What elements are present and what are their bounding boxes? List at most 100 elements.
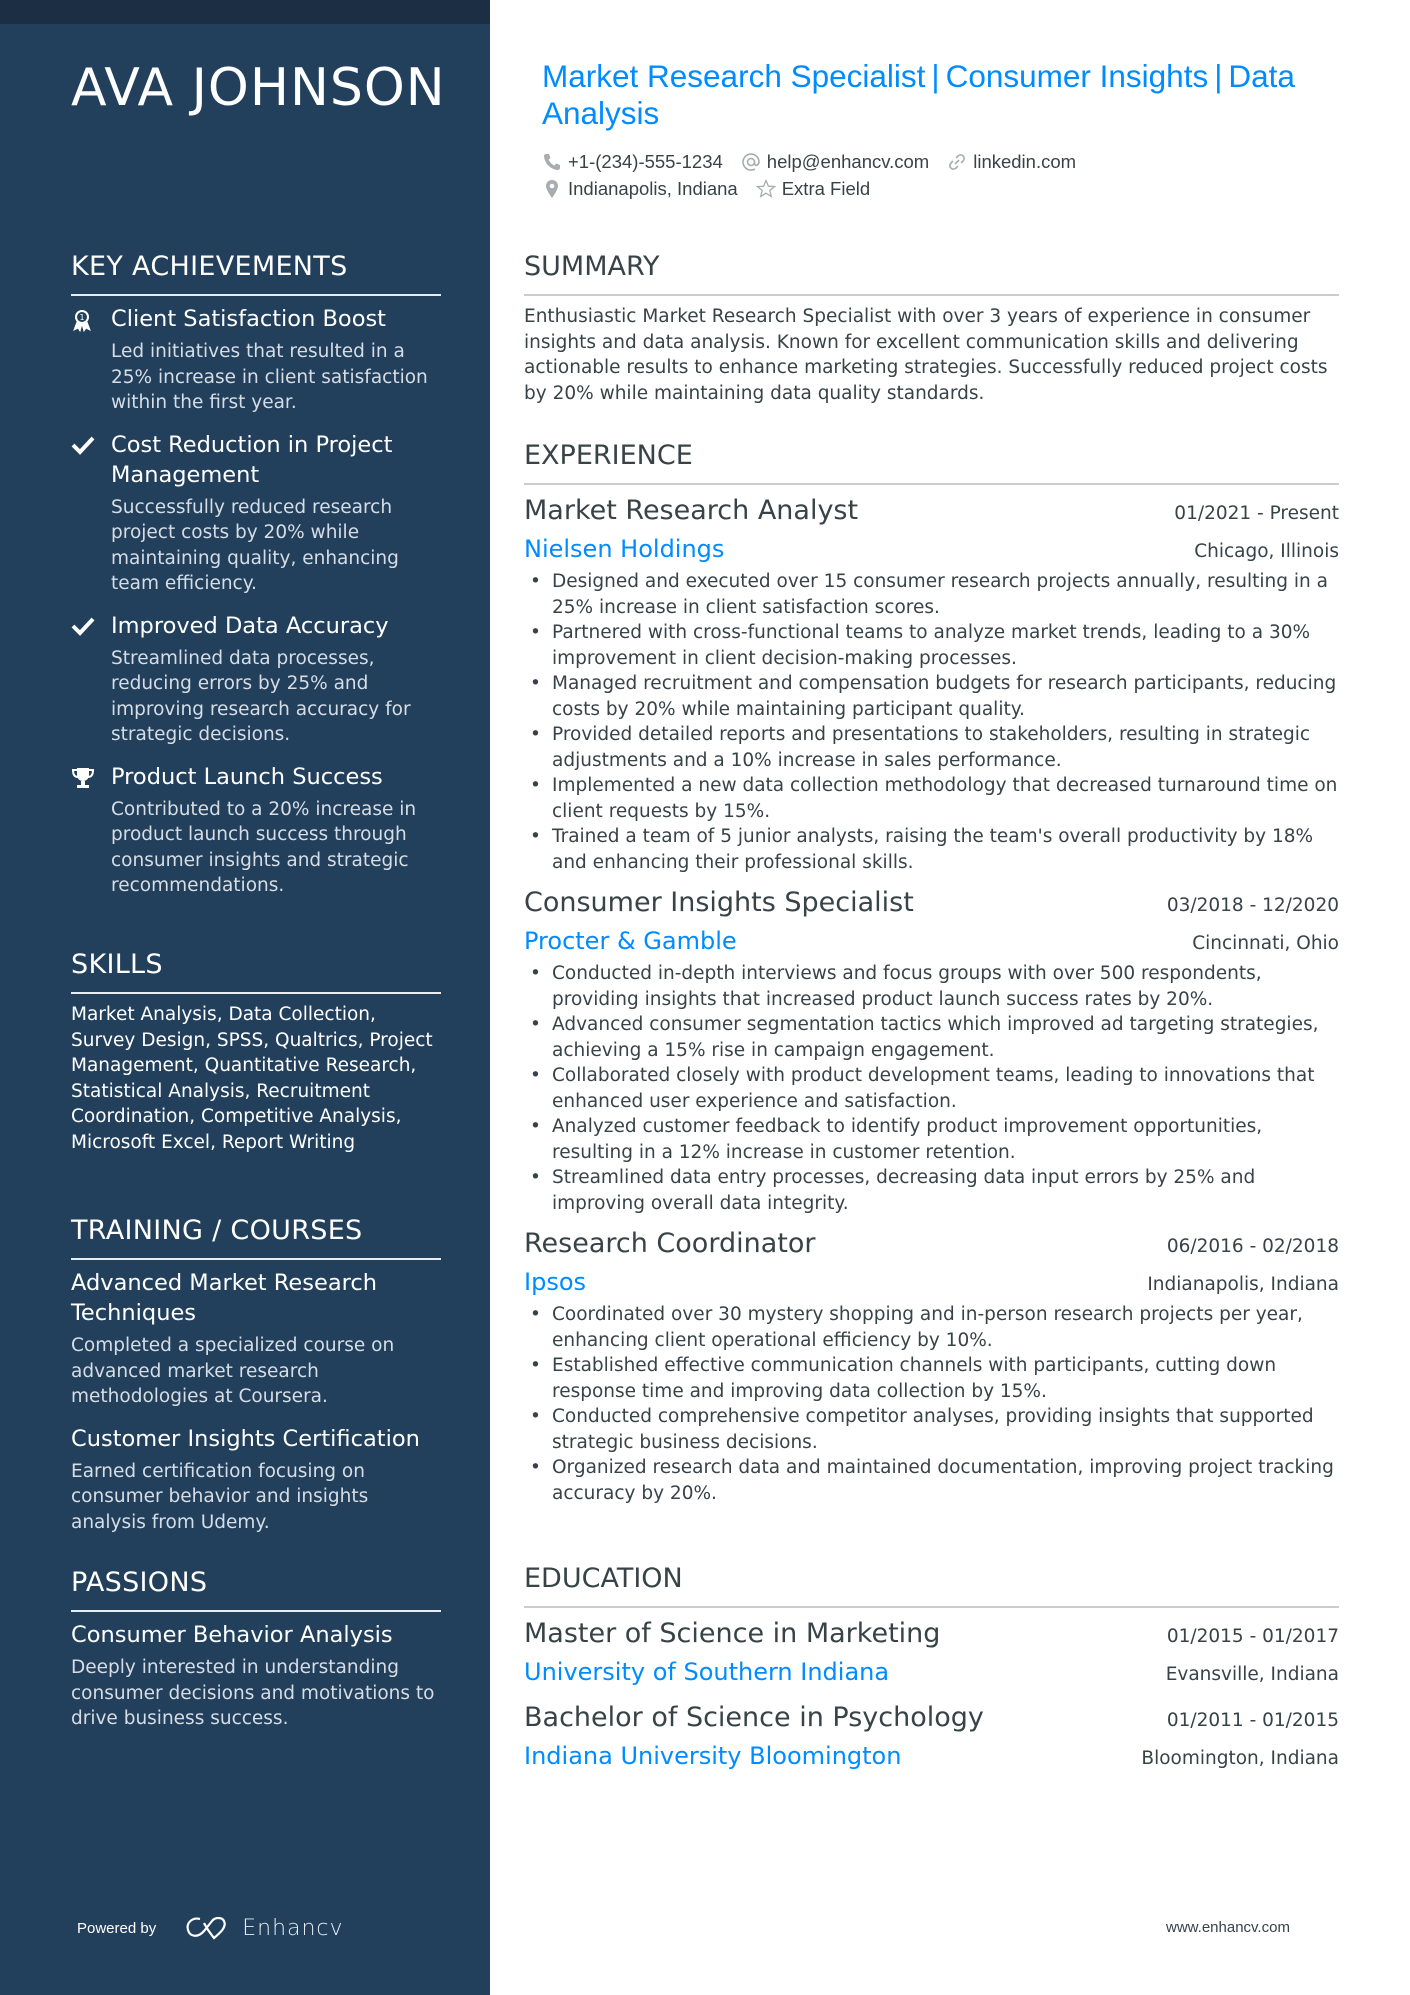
contact-extra: Extra Field: [755, 178, 870, 200]
training-heading: TRAINING / COURSES: [71, 1215, 363, 1246]
job-bullet: • Organized research data and maintained …: [524, 1455, 1339, 1506]
bullet-text: Advanced consumer segmentation tactics w…: [552, 1014, 1319, 1061]
medal-icon: 1: [71, 309, 95, 333]
bullet-text: Organized research data and maintained d…: [552, 1457, 1334, 1504]
location-pin-icon: [542, 179, 562, 199]
contact-email[interactable]: help@enhancv.com: [741, 151, 929, 173]
education-entry: Bachelor of Science in Psychology 01/2011…: [524, 1700, 1339, 1772]
passions-section: PASSIONS Consumer Behavior Analysis Deep…: [71, 1566, 441, 1746]
job-subheader: Procter & Gamble Cincinnati, Ohio: [524, 925, 1339, 957]
education-entry: Master of Science in Marketing 01/2015 - …: [524, 1616, 1339, 1688]
section-divider: [524, 1606, 1339, 1608]
education-dates: 01/2011 - 01/2015: [1166, 1710, 1339, 1731]
job-bullet: • Implemented a new data collection metho…: [524, 773, 1339, 824]
achievement-title: Cost Reduction in Project Management: [111, 431, 393, 488]
section-divider: [71, 294, 441, 296]
achievements-heading: KEY ACHIEVEMENTS: [71, 251, 348, 282]
sidebar: AVA JOHNSON KEY ACHIEVEMENTS 1 Client Sa…: [0, 0, 490, 1995]
job-entry: Consumer Insights Specialist 03/2018 - 12…: [524, 885, 1339, 1216]
experience-heading: EXPERIENCE: [524, 440, 693, 471]
job-company: Ipsos: [524, 1268, 587, 1296]
contact-phone[interactable]: +1-(234)-555-1234: [542, 151, 723, 173]
education-list: Master of Science in Marketing 01/2015 - …: [524, 1616, 1339, 1772]
bullet-dot: •: [530, 1065, 541, 1086]
at-icon: [741, 152, 761, 172]
job-bullet: • Collaborated closely with product devel…: [524, 1063, 1339, 1114]
job-title: Consumer Insights Specialist: [524, 887, 914, 918]
bullet-dot: •: [530, 1355, 541, 1376]
enhancv-brand: Enhancv: [242, 1915, 344, 1941]
achievement-item: Cost Reduction in Project Management Suc…: [71, 430, 441, 597]
course-desc: Earned certification focusing on consume…: [71, 1460, 369, 1533]
job-header: Consumer Insights Specialist 03/2018 - 12…: [524, 885, 1339, 921]
achievement-desc: Streamlined data processes, reducing err…: [111, 647, 411, 746]
education-header: Master of Science in Marketing 01/2015 - …: [524, 1616, 1339, 1652]
job-title: Market Research Analyst: [524, 495, 859, 526]
bullet-text: Conducted in-depth interviews and focus …: [552, 963, 1262, 1010]
job-location: Cincinnati, Ohio: [1192, 933, 1339, 954]
education-subheader: University of Southern Indiana Evansville…: [524, 1656, 1339, 1688]
contact-row: +1-(234)-555-1234 help@enhancv.com linke…: [542, 148, 1342, 175]
section-divider: [524, 294, 1339, 296]
bullet-dot: •: [530, 673, 541, 694]
contact-link[interactable]: linkedin.com: [947, 151, 1076, 173]
bullet-text: Designed and executed over 15 consumer r…: [552, 571, 1328, 618]
job-bullet: • Provided detailed reports and presentat…: [524, 722, 1339, 773]
bullet-text: Coordinated over 30 mystery shopping and…: [552, 1304, 1303, 1351]
degree: Bachelor of Science in Psychology: [524, 1702, 984, 1733]
achievement-item: Product Launch Success Contributed to a …: [71, 762, 441, 899]
job-bullet: • Established effective communication cha…: [524, 1353, 1339, 1404]
job-bullet: • Conducted in-depth interviews and focus…: [524, 961, 1339, 1012]
bullet-dot: •: [530, 963, 541, 984]
skills-section: SKILLS Market Analysis, Data Collection,…: [71, 948, 441, 1155]
link-icon: [947, 152, 967, 172]
enhancv-logo-icon: [184, 1915, 232, 1941]
bullet-text: Provided detailed reports and presentati…: [552, 724, 1311, 771]
job-location: Chicago, Illinois: [1194, 541, 1339, 562]
education-header: Bachelor of Science in Psychology 01/2011…: [524, 1700, 1339, 1736]
school-name: University of Southern Indiana: [524, 1658, 890, 1686]
headline-separator: |: [931, 58, 940, 94]
achievements-section: KEY ACHIEVEMENTS 1 Client Satisfaction B…: [71, 250, 441, 913]
bullet-text: Partnered with cross-functional teams to…: [552, 622, 1311, 669]
check-icon: [71, 435, 95, 459]
job-entry: Market Research Analyst 01/2021 - Present…: [524, 493, 1339, 875]
job-dates: 01/2021 - Present: [1174, 503, 1339, 524]
job-bullet: • Advanced consumer segmentation tactics …: [524, 1012, 1339, 1063]
passion-desc: Deeply interested in understanding consu…: [71, 1657, 435, 1729]
bullet-dot: •: [530, 724, 541, 745]
course-title: Customer Insights Certification: [71, 1425, 420, 1452]
achievement-item: Improved Data Accuracy Streamlined data …: [71, 611, 441, 748]
job-bullets: • Designed and executed over 15 consumer …: [524, 569, 1339, 875]
job-bullets: • Conducted in-depth interviews and focus…: [524, 961, 1339, 1216]
footer-url[interactable]: www.enhancv.com: [1166, 1919, 1290, 1936]
school-location: Bloomington, Indiana: [1141, 1748, 1339, 1769]
achievement-desc: Successfully reduced research project co…: [111, 496, 399, 595]
bullet-dot: •: [530, 775, 541, 796]
bullet-dot: •: [530, 826, 541, 847]
star-icon: [755, 178, 776, 199]
contact-info: +1-(234)-555-1234 help@enhancv.com linke…: [542, 148, 1342, 202]
job-company: Procter & Gamble: [524, 927, 737, 955]
job-entry: Research Coordinator 06/2016 - 02/2018 Ips…: [524, 1226, 1339, 1506]
sidebar-top-band: [0, 0, 490, 24]
job-bullet: • Managed recruitment and compensation bu…: [524, 671, 1339, 722]
job-header: Research Coordinator 06/2016 - 02/2018: [524, 1226, 1339, 1262]
contact-row: Indianapolis, Indiana Extra Field: [542, 175, 1342, 202]
job-bullet: • Designed and executed over 15 consumer …: [524, 569, 1339, 620]
bullet-text: Analyzed customer feedback to identify p…: [552, 1116, 1263, 1163]
achievement-title: Client Satisfaction Boost: [111, 306, 386, 332]
job-header: Market Research Analyst 01/2021 - Present: [524, 493, 1339, 529]
education-dates: 01/2015 - 01/2017: [1166, 1626, 1339, 1647]
job-subheader: Nielsen Holdings Chicago, Illinois: [524, 533, 1339, 565]
powered-by-label: Powered by: [77, 1919, 157, 1937]
section-divider: [71, 992, 441, 994]
achievement-desc: Contributed to a 20% increase in product…: [111, 798, 417, 897]
email-address: help@enhancv.com: [766, 150, 930, 172]
section-divider: [71, 1258, 441, 1260]
phone-icon: [542, 152, 562, 172]
bullet-dot: •: [530, 1014, 541, 1035]
job-bullet: • Partnered with cross-functional teams t…: [524, 620, 1339, 671]
bullet-text: Managed recruitment and compensation bud…: [552, 673, 1337, 720]
summary-heading: SUMMARY: [524, 251, 660, 282]
